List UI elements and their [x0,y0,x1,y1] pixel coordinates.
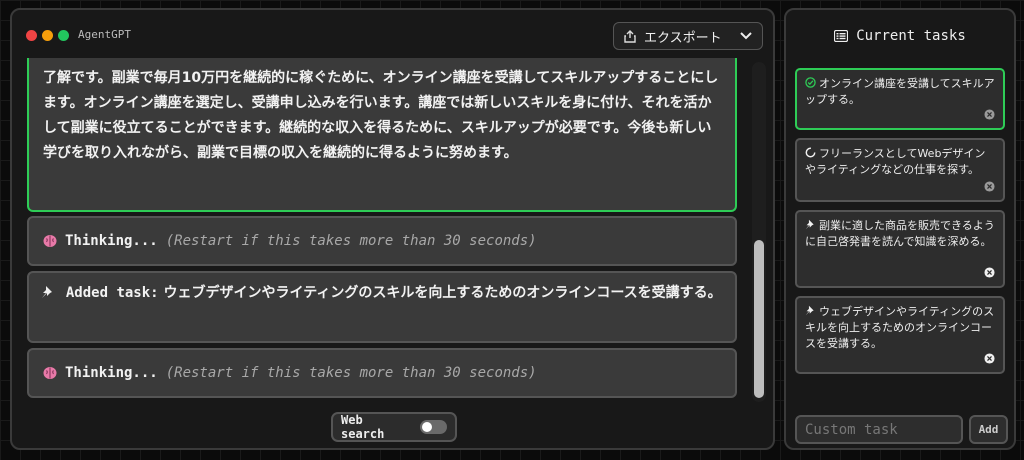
task-text: 副業に適した商品を販売できるように自己啓発書を読んで知識を深める。 [805,219,995,248]
close-dot[interactable] [26,30,37,41]
thinking-message: Thinking... (Restart if this takes more … [27,216,737,266]
custom-task-input[interactable] [795,415,963,444]
minimize-dot[interactable] [42,30,53,41]
window-controls [26,30,69,41]
thinking-message: Thinking... (Restart if this takes more … [27,348,737,398]
app-title: AgentGPT [78,28,131,41]
close-icon[interactable] [984,267,995,278]
added-task-text: ウェブデザインやライティングのスキルを向上するためのオンラインコースを受講する。 [163,285,722,301]
toggle-switch[interactable] [419,420,447,434]
pin-icon [805,219,814,230]
add-task-button[interactable]: Add [969,415,1008,444]
agent-message: 了解です。副業で毎月10万円を継続的に稼ぐために、オンライン講座を受講してスキル… [27,58,737,212]
added-task-message: Added task: ウェブデザインやライティングのスキルを向上するためのオン… [27,271,737,343]
task-text: フリーランスとしてWebデザインやライティングなどの仕事を探す。 [805,147,986,176]
agent-message-text: 了解です。副業で毎月10万円を継続的に稼ぐために、オンライン講座を受講してスキル… [43,70,719,161]
tasks-sidebar: Current tasks オンライン講座を受講してスキルアップする。 フリーラ… [784,8,1016,450]
thinking-label: Thinking... [65,233,158,249]
close-icon[interactable] [984,109,995,120]
task-text: ウェブデザインやライティングのスキルを向上するためのオンラインコースを受講する。 [805,305,995,350]
task-card[interactable]: フリーランスとしてWebデザインやライティングなどの仕事を探す。 [795,138,1005,202]
sidebar-title: Current tasks [856,28,966,44]
web-search-label: Web search [341,413,385,441]
close-icon[interactable] [984,353,995,364]
list-icon [834,30,849,42]
share-icon [624,29,636,43]
maximize-dot[interactable] [58,30,69,41]
thinking-hint: (Restart if this takes more than 30 seco… [165,233,537,249]
pin-icon [805,305,814,316]
thinking-hint: (Restart if this takes more than 30 seco… [165,365,537,381]
task-card[interactable]: ウェブデザインやライティングのスキルを向上するためのオンラインコースを受講する。 [795,296,1005,374]
check-circle-icon [805,77,816,88]
added-task-label: Added task: [65,285,159,301]
task-card[interactable]: オンライン講座を受講してスキルアップする。 [795,68,1005,130]
agent-panel: AgentGPT エクスポート 了解です。副業で毎月10万円を継続的に稼ぐために… [10,8,775,450]
close-icon[interactable] [984,181,995,192]
export-button[interactable]: エクスポート [613,22,763,50]
web-search-toggle[interactable]: Web search [331,412,457,442]
sidebar-header: Current tasks [786,28,1014,44]
scrollbar[interactable] [752,62,766,402]
task-card[interactable]: 副業に適した商品を販売できるように自己啓発書を読んで知識を深める。 [795,210,1005,288]
brain-icon [43,367,57,379]
task-text: オンライン講座を受講してスキルアップする。 [805,77,995,106]
scrollbar-thumb[interactable] [754,240,764,398]
toggle-knob [421,422,432,432]
spinner-icon [805,147,816,158]
brain-icon [43,235,57,247]
thinking-label: Thinking... [65,365,158,381]
message-list[interactable]: 了解です。副業で毎月10万円を継続的に稼ぐために、オンライン講座を受講してスキル… [27,58,737,398]
chevron-down-icon [740,32,752,40]
pin-icon [42,286,52,298]
export-label: エクスポート [644,30,722,46]
